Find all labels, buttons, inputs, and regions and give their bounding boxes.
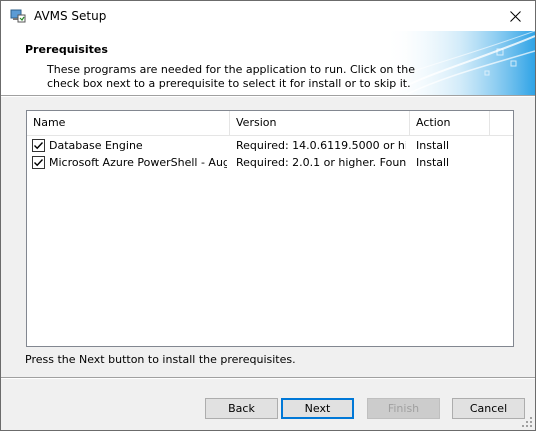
cancel-button[interactable]: Cancel xyxy=(452,398,525,419)
resize-grip-icon[interactable] xyxy=(521,416,533,428)
header-banner: Prerequisites These programs are needed … xyxy=(1,31,535,95)
check-icon xyxy=(34,142,44,150)
title-bar: AVMS Setup xyxy=(1,1,535,31)
prerequisite-action: Install xyxy=(416,156,450,169)
list-item[interactable]: Microsoft Azure PowerShell - Augu... Req… xyxy=(27,154,513,171)
prerequisite-action: Install xyxy=(416,139,450,152)
close-button[interactable] xyxy=(495,1,535,31)
back-button[interactable]: Back xyxy=(205,398,278,419)
prerequisite-checkbox[interactable] xyxy=(32,139,45,152)
footer-divider xyxy=(1,377,535,379)
prerequisite-checkbox[interactable] xyxy=(32,156,45,169)
page-description: These programs are needed for the applic… xyxy=(47,63,415,90)
prerequisite-version: Required: 14.0.6119.5000 or hi... xyxy=(236,139,406,152)
setup-app-icon xyxy=(10,9,26,23)
prerequisites-list[interactable]: Name Version Action Database Engine Requ… xyxy=(26,110,514,347)
next-button[interactable]: Next xyxy=(281,398,354,419)
window-title: AVMS Setup xyxy=(34,9,107,23)
finish-button: Finish xyxy=(367,398,440,419)
close-icon xyxy=(509,10,521,22)
column-header-version[interactable]: Version xyxy=(230,111,410,135)
check-icon xyxy=(34,159,44,167)
column-header-name[interactable]: Name xyxy=(27,111,230,135)
list-item[interactable]: Database Engine Required: 14.0.6119.5000… xyxy=(27,137,513,154)
page-title: Prerequisites xyxy=(25,43,108,56)
header-divider xyxy=(1,95,535,97)
column-header-action[interactable]: Action xyxy=(410,111,490,135)
prerequisite-version: Required: 2.0.1 or higher. Foun... xyxy=(236,156,406,169)
setup-window: AVMS Setup Prerequisites These programs … xyxy=(0,0,536,431)
prerequisite-name: Database Engine xyxy=(49,139,143,152)
instruction-text: Press the Next button to install the pre… xyxy=(25,353,296,366)
list-header: Name Version Action xyxy=(27,111,513,136)
prerequisite-name: Microsoft Azure PowerShell - Augu... xyxy=(49,156,227,169)
